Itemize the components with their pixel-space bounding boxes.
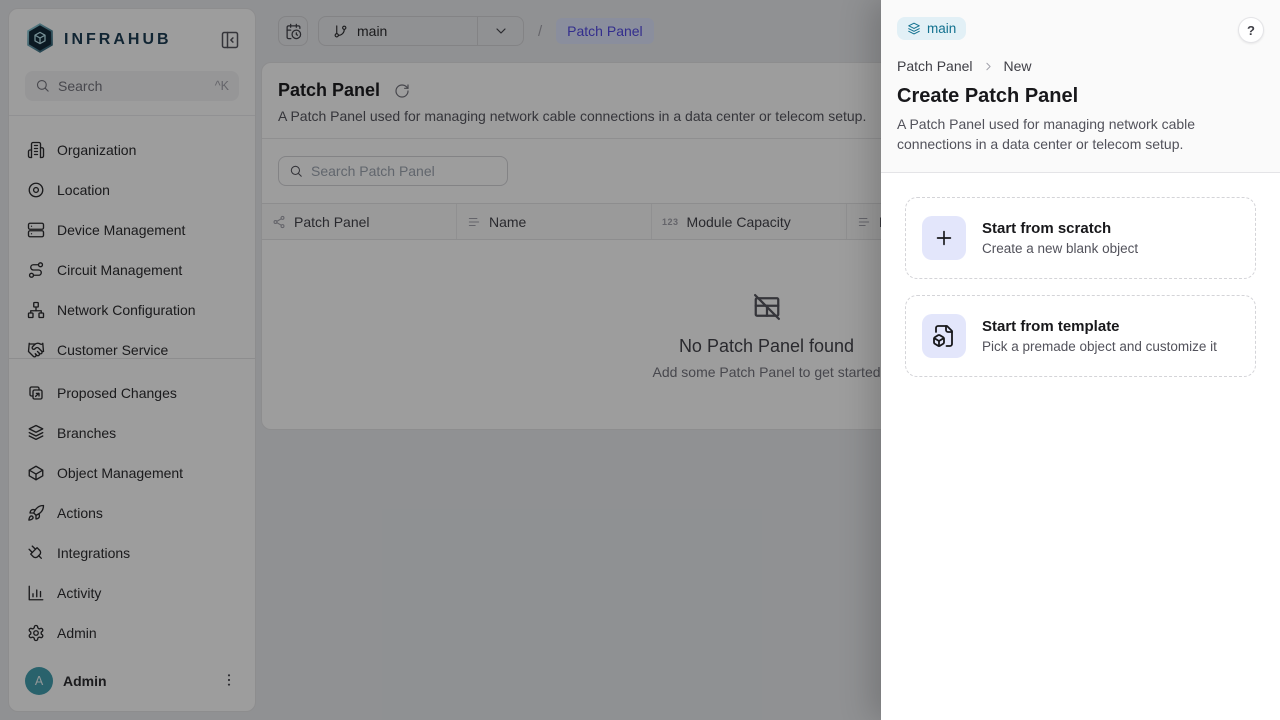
option-subtitle: Create a new blank object	[982, 241, 1138, 256]
start-from-template-card[interactable]: Start from template Pick a premade objec…	[905, 295, 1256, 377]
chevron-right-icon	[982, 60, 995, 73]
breadcrumb-current: New	[1004, 58, 1032, 74]
option-title: Start from scratch	[982, 220, 1138, 237]
drawer-header: main ? Patch Panel New Create Patch Pane…	[881, 0, 1280, 173]
file-box-icon	[922, 314, 966, 358]
branch-badge-label: main	[927, 21, 956, 36]
start-from-scratch-card[interactable]: Start from scratch Create a new blank ob…	[905, 197, 1256, 279]
drawer-description: A Patch Panel used for managing network …	[897, 114, 1264, 154]
drawer-breadcrumb: Patch Panel New	[897, 58, 1264, 74]
drawer-body: Start from scratch Create a new blank ob…	[881, 173, 1280, 401]
option-subtitle: Pick a premade object and customize it	[982, 339, 1217, 354]
help-button[interactable]: ?	[1238, 17, 1264, 43]
option-title: Start from template	[982, 318, 1217, 335]
layers-icon	[907, 22, 921, 36]
create-drawer: main ? Patch Panel New Create Patch Pane…	[881, 0, 1280, 720]
plus-icon	[922, 216, 966, 260]
option-text: Start from scratch Create a new blank ob…	[982, 220, 1138, 256]
branch-badge: main	[897, 17, 966, 40]
option-text: Start from template Pick a premade objec…	[982, 318, 1217, 354]
breadcrumb-parent[interactable]: Patch Panel	[897, 58, 973, 74]
drawer-title: Create Patch Panel	[897, 85, 1264, 108]
